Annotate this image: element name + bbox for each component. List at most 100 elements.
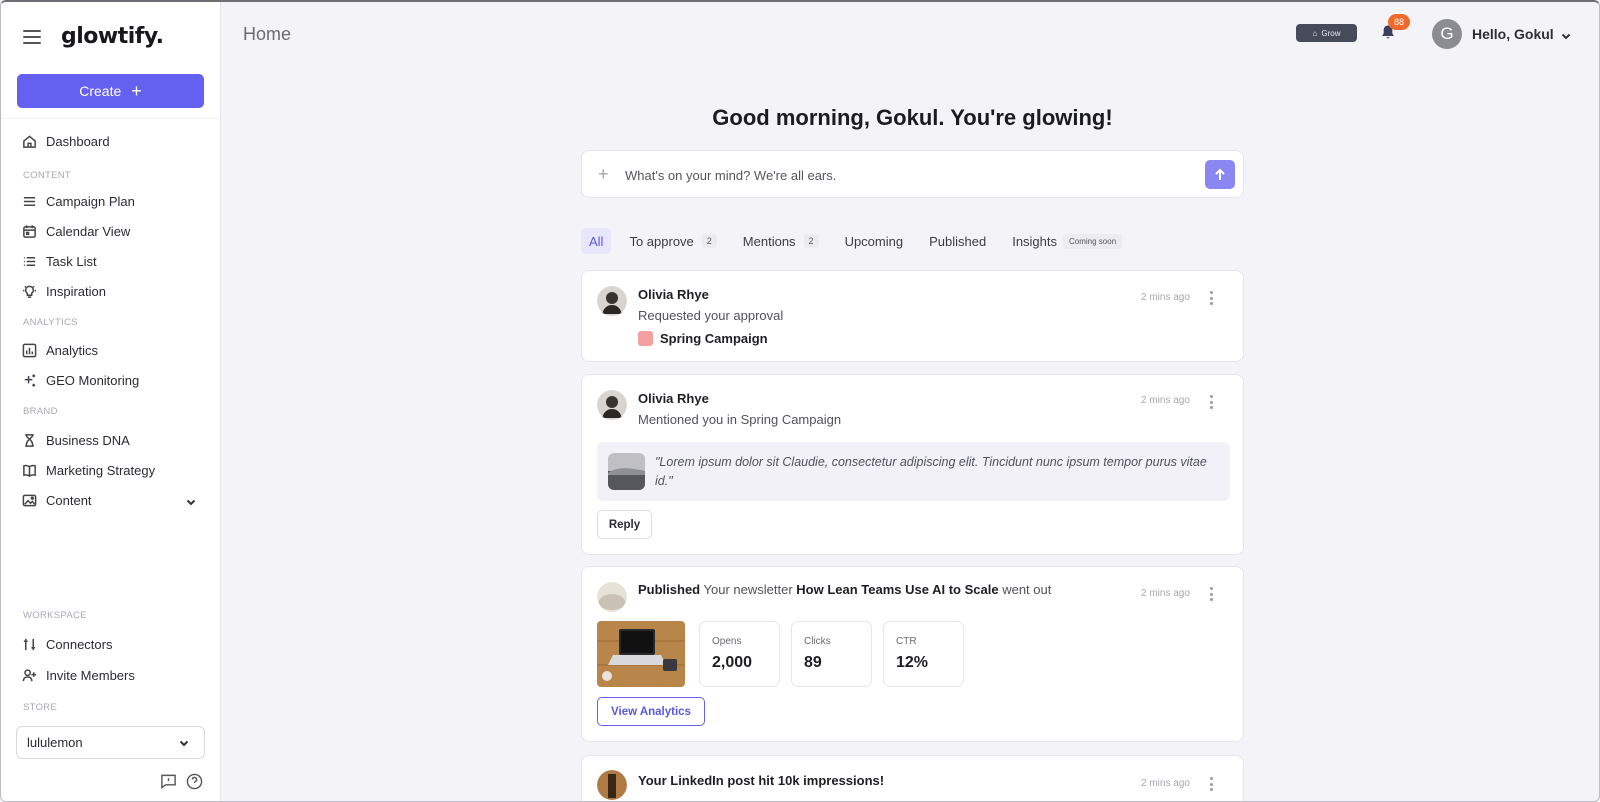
divider — [1, 118, 220, 119]
more-options-icon[interactable] — [1208, 291, 1214, 305]
timestamp: 2 mins ago — [1141, 588, 1190, 599]
section-label-content: CONTENT — [23, 170, 72, 181]
section-label-store: STORE — [23, 702, 58, 713]
tab-to-approve[interactable]: To approve 2 — [621, 228, 724, 254]
plus-icon: + — [131, 81, 142, 101]
sidebar-item-inspiration[interactable]: Inspiration — [21, 281, 106, 301]
author-name: Olivia Rhye — [638, 287, 709, 302]
create-button-label: Create — [79, 83, 122, 99]
sidebar-item-label: Invite Members — [46, 667, 135, 683]
gift-icon: ⌂ — [1312, 28, 1318, 38]
sidebar-item-connectors[interactable]: Connectors — [21, 634, 112, 654]
sidebar-item-calendar-view[interactable]: Calendar View — [21, 221, 130, 241]
timestamp: 2 mins ago — [1141, 778, 1190, 789]
tab-published[interactable]: Published — [921, 228, 994, 254]
reply-button[interactable]: Reply — [597, 510, 652, 539]
more-options-icon[interactable] — [1208, 777, 1214, 791]
sidebar-item-label: Marketing Strategy — [46, 462, 156, 478]
coming-soon-badge: Coming soon — [1063, 233, 1123, 249]
menu-icon[interactable] — [23, 29, 41, 44]
tab-mentions[interactable]: Mentions 2 — [735, 228, 827, 254]
store-select-value: lululemon — [27, 735, 83, 750]
grow-badge[interactable]: ⌂ Grow — [1296, 24, 1357, 42]
more-options-icon[interactable] — [1208, 587, 1214, 601]
avatar — [597, 286, 627, 316]
sidebar-item-label: GEO Monitoring — [46, 372, 140, 388]
sidebar-item-label: Task List — [46, 253, 97, 269]
send-button[interactable] — [1205, 160, 1235, 189]
tab-upcoming[interactable]: Upcoming — [837, 228, 912, 254]
app-window: glowtify. Create + Dashboard CONTENT Cam… — [0, 0, 1600, 802]
tab-label: To approve — [629, 233, 694, 249]
count-badge: 2 — [701, 234, 717, 248]
plus-icon[interactable]: + — [598, 164, 614, 184]
book-icon — [21, 462, 37, 478]
summary-text: went out — [1002, 582, 1052, 597]
activity-text: Mentioned you in Spring Campaign — [638, 412, 842, 427]
summary-text: Your newsletter — [703, 582, 793, 597]
feed-tabs: All To approve 2 Mentions 2 Upcoming Publi… — [581, 228, 1140, 254]
sidebar-item-business-dna[interactable]: Business DNA — [21, 430, 130, 450]
section-label-analytics: ANALYTICS — [23, 317, 78, 328]
sidebar-item-label: Analytics — [46, 342, 99, 358]
sidebar-item-label: Content — [46, 492, 92, 508]
bar-chart-icon — [21, 342, 37, 358]
hourglass-icon — [21, 432, 37, 448]
tab-label: Mentions — [742, 233, 796, 249]
avatar — [597, 390, 627, 420]
view-analytics-button[interactable]: View Analytics — [597, 697, 705, 726]
home-icon — [21, 133, 37, 149]
stat-card-clicks: Clicks 89 — [791, 621, 872, 687]
avatar[interactable]: G — [1432, 19, 1462, 49]
author-name: Olivia Rhye — [638, 391, 709, 406]
sidebar-item-task-list[interactable]: Task List — [21, 251, 97, 271]
user-greeting[interactable]: Hello, Gokul — [1472, 26, 1554, 42]
help-icon[interactable] — [185, 772, 203, 790]
stat-value: 89 — [804, 654, 822, 671]
sidebar-item-campaign-plan[interactable]: Campaign Plan — [21, 191, 135, 211]
sidebar-item-label: Connectors — [46, 636, 113, 652]
feedback-icon[interactable] — [159, 772, 177, 790]
more-options-icon[interactable] — [1208, 395, 1214, 409]
create-button[interactable]: Create + — [17, 74, 204, 108]
status-label: Published — [638, 582, 701, 597]
sidebar: glowtify. Create + Dashboard CONTENT Cam… — [1, 2, 221, 801]
timestamp: 2 mins ago — [1141, 292, 1190, 303]
tab-insights[interactable]: Insights Coming soon — [1004, 228, 1130, 254]
chevron-down-icon[interactable] — [185, 495, 197, 507]
tab-all[interactable]: All — [581, 228, 612, 254]
timestamp: 2 mins ago — [1141, 395, 1190, 406]
grow-label: Grow — [1321, 28, 1341, 38]
stat-label: CTR — [896, 636, 917, 647]
sidebar-item-label: Campaign Plan — [46, 193, 135, 209]
campaign-link[interactable]: Spring Campaign — [638, 331, 768, 346]
arrow-up-icon — [1215, 168, 1225, 180]
tab-label: Insights — [1012, 233, 1058, 249]
composer-input[interactable] — [625, 163, 1165, 187]
campaign-color-icon — [638, 331, 653, 346]
store-select[interactable]: lululemon — [16, 726, 205, 759]
sidebar-item-dashboard[interactable]: Dashboard — [21, 131, 110, 151]
sidebar-item-geo-monitoring[interactable]: GEO Monitoring — [21, 370, 139, 390]
composer: + — [581, 150, 1244, 198]
newsletter-image — [597, 621, 685, 687]
sidebar-item-analytics[interactable]: Analytics — [21, 340, 98, 360]
tab-label: All — [589, 233, 604, 249]
stat-card-opens: Opens 2,000 — [699, 621, 780, 687]
sidebar-footer — [159, 772, 203, 790]
feed-card-mention: Olivia Rhye Mentioned you in Spring Camp… — [581, 374, 1244, 555]
quote-thumbnail — [608, 453, 645, 490]
chevron-down-icon[interactable] — [1560, 29, 1572, 41]
avatar — [597, 582, 627, 612]
lightbulb-icon — [21, 283, 37, 299]
tab-label: Published — [929, 233, 987, 249]
feed-card-published: Published Your newsletter How Lean Teams… — [581, 566, 1244, 742]
stat-label: Opens — [712, 636, 742, 647]
sidebar-item-marketing-strategy[interactable]: Marketing Strategy — [21, 460, 155, 480]
activity-text: Your LinkedIn post hit 10k impressions! — [638, 773, 885, 788]
sidebar-item-content[interactable]: Content — [21, 490, 92, 510]
task-list-icon — [21, 253, 37, 269]
notification-count-badge: 88 — [1388, 14, 1410, 30]
sparkle-icon — [21, 372, 37, 388]
sidebar-item-invite-members[interactable]: Invite Members — [21, 665, 135, 685]
